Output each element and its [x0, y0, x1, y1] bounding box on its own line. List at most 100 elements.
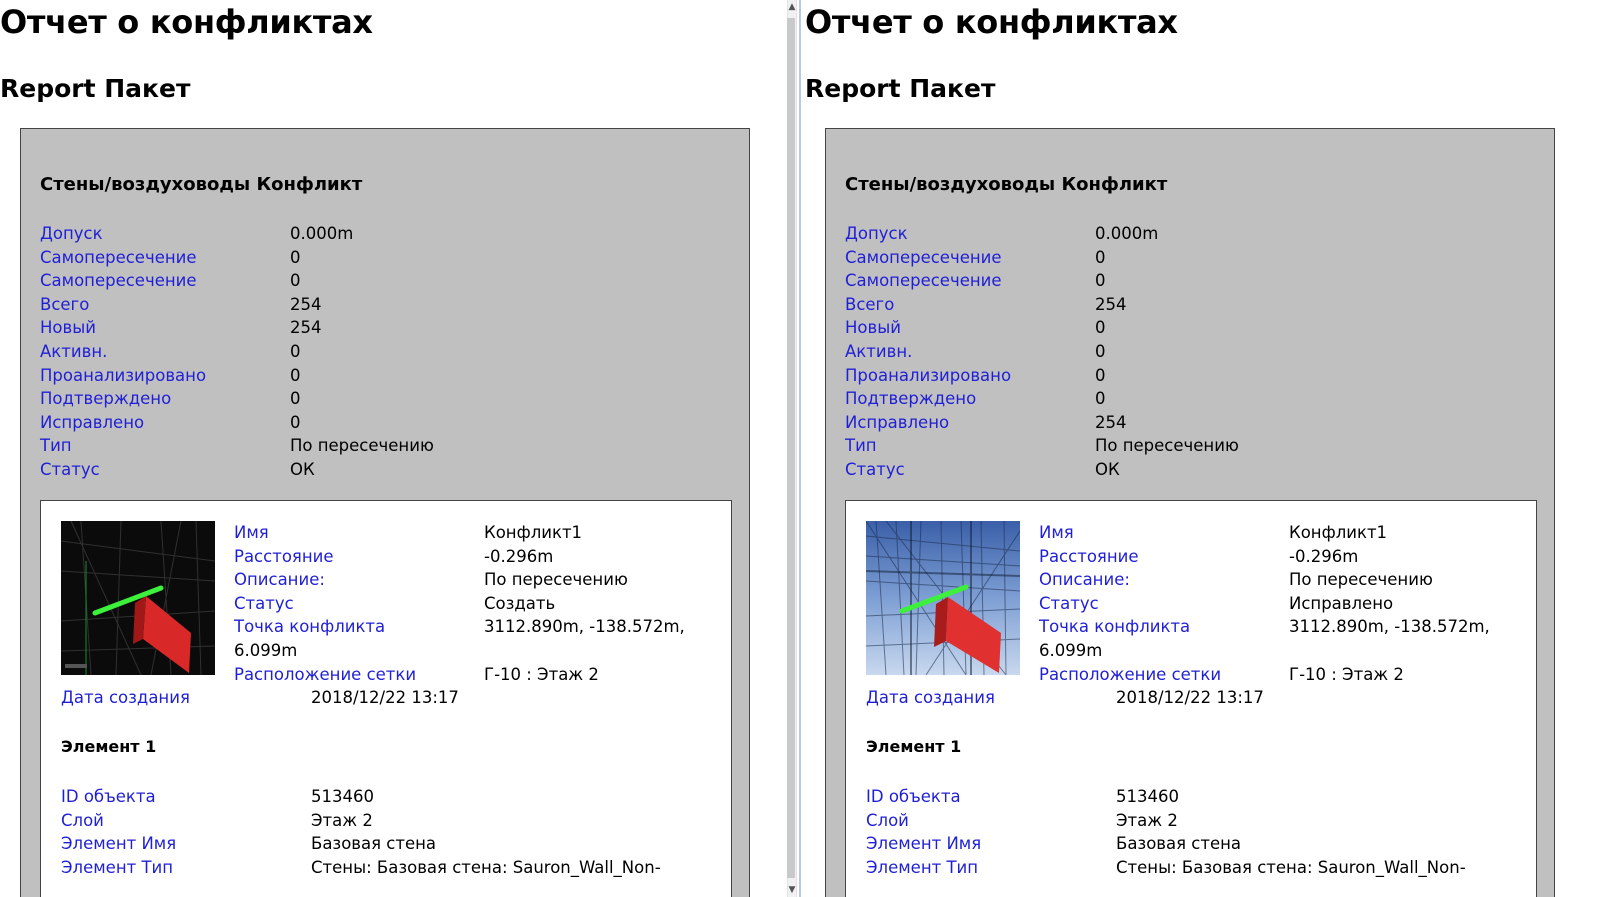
summary-value: 0: [290, 247, 301, 267]
clash-label: Имя: [234, 523, 269, 542]
summary-row: Подтверждено 0: [845, 387, 1106, 411]
summary-label: Всего: [40, 294, 90, 314]
element-value: 513460: [1116, 787, 1179, 806]
report-title: Отчет о конфликтах: [805, 3, 1178, 41]
clash-test-panel: Стены/воздуховоды Конфликт Допуск 0.000m …: [20, 128, 750, 897]
element-row: Слой Этаж 2: [866, 809, 1178, 833]
element-row: Элемент Тип Стены: Базовая стена: Sauron_…: [61, 856, 661, 880]
clash-detail-panel: Имя Конфликт1 Расстояние -0.296m Описание:…: [845, 500, 1537, 897]
summary-row: Новый 0: [845, 316, 1106, 340]
summary-value: 0: [1095, 271, 1106, 291]
scrollbar-thumb[interactable]: [787, 18, 795, 878]
clash-row: Имя Конфликт1: [1039, 521, 1387, 545]
clash-label: Точка конфликта: [234, 617, 386, 637]
element-value: Стены: Базовая стена: Sauron_Wall_Non-: [311, 857, 661, 877]
element-row: ID объекта 513460: [866, 785, 1179, 809]
clash-value: -0.296m: [484, 546, 554, 566]
summary-row: Самопересечение 0: [40, 269, 301, 293]
clash-test-title: Стены/воздуховоды Конфликт: [845, 174, 1168, 195]
clash-detail-panel: Имя Конфликт1 Расстояние -0.296m Описание:…: [40, 500, 732, 897]
summary-label: Исправлено: [40, 412, 145, 432]
summary-label: Исправлено: [845, 412, 950, 432]
element-row: ID объекта 513460: [61, 785, 374, 809]
summary-value: 0.000m: [290, 224, 354, 243]
clash-thumbnail[interactable]: [61, 521, 215, 675]
summary-label: Допуск: [845, 224, 908, 243]
clash-row: Статус Создать: [234, 592, 555, 616]
summary-row: Тип По пересечению: [845, 434, 1239, 458]
clash-test-panel: Стены/воздуховоды Конфликт Допуск 0.000m …: [825, 128, 1555, 897]
summary-row: Активн. 0: [845, 340, 1106, 364]
pane-divider: [799, 0, 801, 897]
clash-value: -0.296m: [1289, 546, 1359, 566]
clash-value: 2018/12/22 13:17: [311, 688, 459, 708]
clash-status-value: Создать: [484, 593, 556, 613]
clash-row: Точка конфликта 3112.890m, -138.572m,: [234, 615, 685, 639]
summary-label: Самопересечение: [845, 247, 1002, 267]
summary-value: 0: [1095, 389, 1106, 409]
element-label: Элемент Имя: [61, 834, 177, 854]
summary-value: 0: [290, 389, 301, 409]
element-title: Элемент 1: [866, 737, 962, 756]
scroll-down-arrow-icon[interactable]: ▼: [786, 885, 798, 895]
summary-row: Всего 254: [845, 293, 1127, 317]
summary-label: Новый: [845, 318, 901, 338]
scroll-up-arrow-icon[interactable]: ▲: [786, 2, 798, 12]
clash-row: Точка конфликта 3112.890m, -138.572m,: [1039, 615, 1490, 639]
summary-value: 0: [1095, 318, 1106, 338]
clash-label: Расстояние: [1039, 546, 1139, 566]
element-value: 513460: [311, 787, 374, 806]
summary-value: 254: [290, 294, 322, 314]
summary-label: Статус: [845, 460, 905, 479]
clash-created-row: Дата создания 2018/12/22 13:17: [866, 686, 1264, 710]
summary-row: Новый 254: [40, 316, 322, 340]
clash-label: Точка конфликта: [1039, 617, 1191, 637]
summary-label: Подтверждено: [40, 389, 172, 409]
summary-row: Статус ОК: [40, 458, 315, 482]
element-value: Базовая стена: [1116, 834, 1242, 854]
clash-thumbnail[interactable]: [866, 521, 1020, 675]
summary-row: Проанализировано 0: [40, 364, 301, 388]
clash-value: Конфликт1: [1289, 523, 1388, 542]
clash-row: Расположение сетки Г-10 : Этаж 2: [234, 663, 599, 687]
summary-row: Активн. 0: [40, 340, 301, 364]
summary-row: Допуск 0.000m: [40, 222, 353, 246]
element-value: Этаж 2: [1116, 810, 1178, 830]
summary-row: Самопересечение 0: [845, 246, 1106, 270]
clash-label: Дата создания: [61, 688, 190, 708]
summary-row: Исправлено 0: [40, 411, 301, 435]
clash-row: Описание: По пересечению: [1039, 568, 1433, 592]
report-subtitle: Report Пакет: [805, 74, 996, 103]
summary-label: Самопересечение: [40, 271, 197, 291]
clash-value: 3112.890m, -138.572m,: [484, 617, 685, 637]
element-label: ID объекта: [61, 787, 156, 806]
summary-value: 254: [1095, 294, 1127, 314]
summary-value: ОК: [290, 460, 315, 479]
element-row: Элемент Имя Базовая стена: [61, 832, 436, 856]
summary-label: Самопересечение: [40, 247, 197, 267]
summary-value: 0: [290, 365, 301, 385]
element-row: Элемент Имя Базовая стена: [866, 832, 1241, 856]
clash-row: Статус Исправлено: [1039, 592, 1393, 616]
clash-point-continuation: 6.099m: [1039, 641, 1103, 660]
clash-point-continuation: 6.099m: [234, 641, 298, 660]
clash-label: Расположение сетки: [234, 664, 417, 684]
element-label: ID объекта: [866, 787, 961, 806]
clash-row: Расстояние -0.296m: [1039, 545, 1358, 569]
element-label: Элемент Тип: [866, 857, 979, 877]
summary-label: Самопересечение: [845, 271, 1002, 291]
clash-value: 2018/12/22 13:17: [1116, 688, 1264, 708]
clash-value: Г-10 : Этаж 2: [1289, 664, 1404, 684]
clash-value: По пересечению: [1289, 570, 1433, 590]
summary-value: 0: [1095, 247, 1106, 267]
element-label: Слой: [61, 810, 104, 830]
summary-label: Активн.: [845, 342, 913, 361]
summary-value: 0: [290, 271, 301, 291]
clash-status-value: Исправлено: [1289, 593, 1394, 613]
summary-value: По пересечению: [1095, 436, 1239, 456]
clash-row: Имя Конфликт1: [234, 521, 582, 545]
pane-splitter[interactable]: ▲ ▼: [782, 0, 805, 897]
clash-label: Описание:: [234, 570, 325, 590]
clash-label: Статус: [234, 593, 294, 613]
clash-label: Описание:: [1039, 570, 1130, 590]
